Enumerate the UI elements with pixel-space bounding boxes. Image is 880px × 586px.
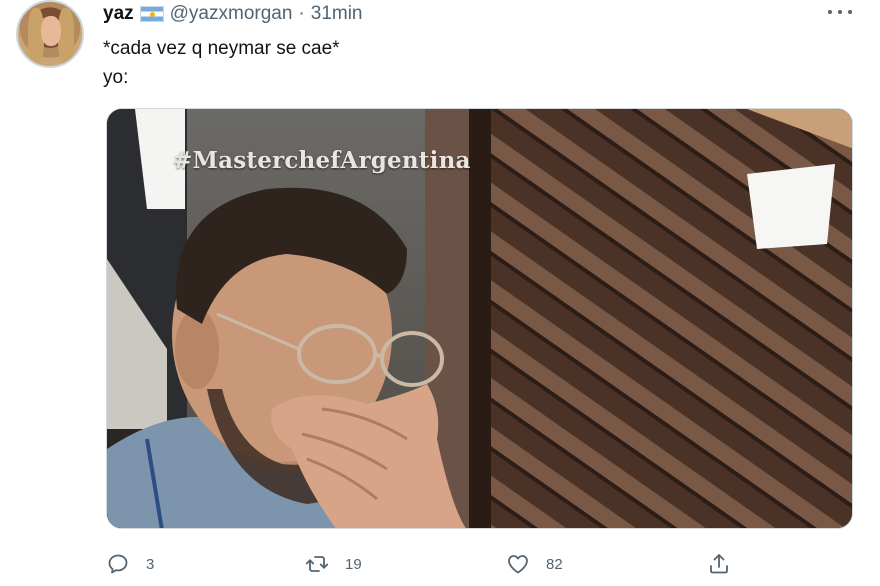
tweet-card[interactable]: yaz @yazxmorgan · 31min *cada vez q neym… (0, 0, 880, 586)
tweet-header: yaz @yazxmorgan · 31min (103, 2, 363, 26)
more-options-icon[interactable] (824, 2, 856, 22)
share-button[interactable] (707, 546, 731, 582)
display-name[interactable]: yaz (103, 3, 134, 25)
reply-count: 3 (146, 555, 155, 573)
heart-icon (508, 555, 528, 574)
right-window-light (747, 164, 835, 249)
tweet-media-image[interactable]: #MasterchefArgentina (106, 108, 853, 529)
tweet-actions: 3 19 82 (0, 546, 880, 582)
avatar[interactable] (16, 0, 84, 68)
like-count: 82 (546, 555, 563, 573)
door-edge (469, 109, 491, 528)
reply-icon (108, 554, 128, 574)
retweet-count: 19 (345, 555, 362, 573)
media-watermark: #MasterchefArgentina (173, 147, 471, 174)
tweet-text-line: *cada vez q neymar se cae* (103, 38, 340, 59)
more-dot (848, 10, 852, 14)
flag-sun (149, 12, 155, 17)
retweet-button[interactable]: 19 (305, 546, 362, 582)
avatar-face (41, 16, 61, 46)
retweet-icon (305, 556, 329, 572)
more-dot (828, 10, 832, 14)
more-dot (838, 10, 842, 14)
reply-button[interactable]: 3 (106, 546, 154, 582)
share-icon (710, 554, 728, 574)
like-button[interactable]: 82 (506, 546, 563, 582)
user-handle[interactable]: @yazxmorgan (170, 3, 293, 25)
tweet-text-line: yo: (103, 67, 129, 88)
timestamp[interactable]: 31min (311, 3, 363, 25)
argentina-flag-icon (139, 6, 164, 22)
separator-dot: · (298, 3, 305, 24)
